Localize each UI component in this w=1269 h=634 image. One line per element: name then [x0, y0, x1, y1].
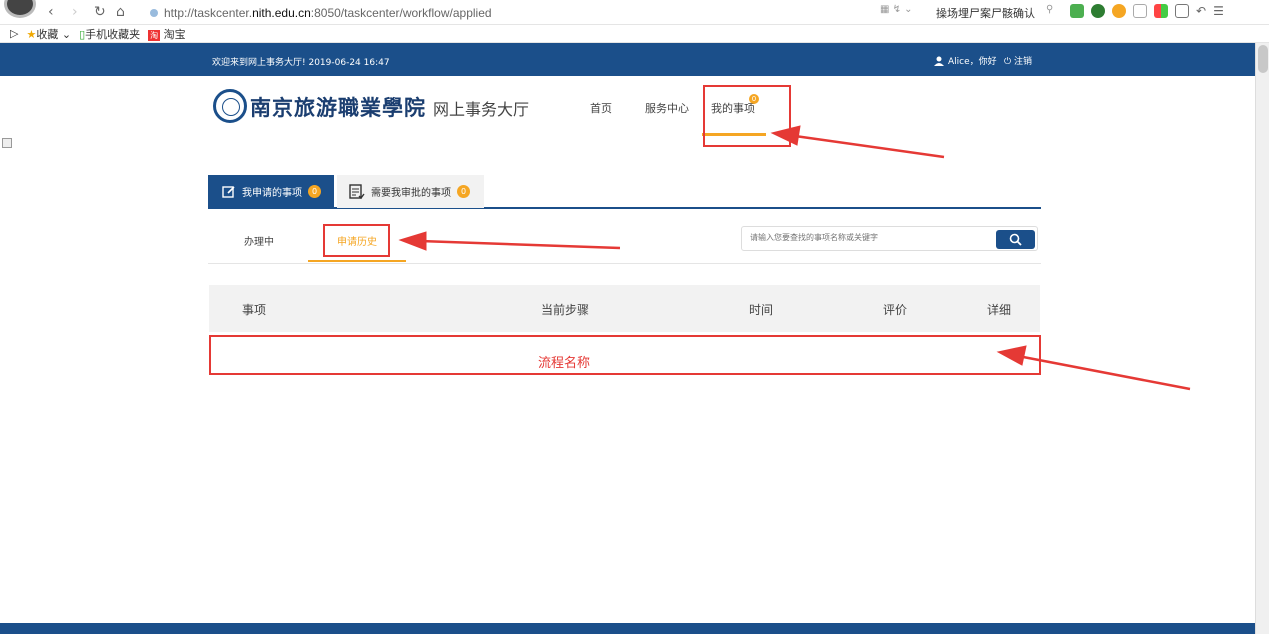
qr-lightning-icons[interactable]: ▦ ↯ ⌄ — [880, 4, 913, 15]
nav-service-center[interactable]: 服务中心 — [645, 100, 689, 116]
table-header: 事项 当前步骤 时间 评价 详细 — [209, 285, 1040, 332]
url-host: nith.edu.cn — [252, 5, 311, 20]
address-bar[interactable]: http://taskcenter. nith.edu.cn:8050/taskc… — [150, 3, 870, 22]
tab-pending-approval-label: 需要我审批的事项 — [371, 188, 451, 199]
process-name: 流程名称 — [538, 356, 591, 371]
user-icon — [934, 56, 944, 66]
taobao-icon: 淘 — [148, 29, 161, 41]
annotation-arrow-line-3 — [1017, 354, 1191, 391]
star-icon: ★ — [26, 27, 37, 41]
bookmark-favorites-label: 收藏 — [36, 27, 59, 41]
browser-search-text[interactable]: 操场埋尸案尸骸确认 — [936, 5, 1035, 21]
nav-home[interactable]: 首页 — [590, 100, 612, 116]
school-name: 南京旅游職業學院 — [250, 95, 426, 120]
window-icon[interactable] — [1133, 4, 1147, 18]
browser-search-icon[interactable]: ⚲ — [1046, 4, 1053, 15]
bookmark-mobile-label: 手机收藏夹 — [85, 27, 141, 41]
column-time: 时间 — [749, 303, 774, 317]
tab-my-applications-badge: 0 — [308, 185, 321, 198]
browser-toolbar: ‹ › ↻ ⌂ http://taskcenter. nith.edu.cn:80… — [0, 0, 1269, 25]
column-detail: 详细 — [987, 303, 1012, 317]
tablet-icon[interactable] — [1175, 4, 1189, 18]
user-greeting: Alice，你好 — [948, 57, 997, 67]
url-rest: :8050/taskcenter/workflow/applied — [310, 5, 492, 20]
school-emblem-icon — [213, 89, 247, 123]
search-icon — [1009, 233, 1022, 246]
column-rating: 评价 — [883, 303, 908, 317]
scissors-icon[interactable] — [1070, 4, 1084, 18]
tab-my-applications[interactable]: 我申请的事项 0 — [208, 175, 334, 208]
column-item: 事项 — [242, 303, 267, 317]
broken-image-icon — [2, 138, 12, 148]
sidebar-toggle-icon[interactable]: ▷ — [10, 27, 18, 40]
annotation-box-history — [323, 224, 390, 257]
edit-icon — [222, 185, 235, 198]
tab-pending-approval-badge: 0 — [457, 185, 470, 198]
bookmark-favorites[interactable]: ★收藏 ⌄ — [26, 26, 71, 42]
home-icon[interactable]: ⌂ — [116, 4, 125, 20]
bookmark-taobao-label: 淘宝 — [163, 27, 186, 41]
security-icon — [150, 8, 158, 17]
annotation-arrow-line-1 — [794, 134, 945, 159]
main-tabs: 我申请的事项 0 需要我审批的事项 0 — [208, 175, 1041, 209]
back-icon[interactable]: ‹ — [48, 4, 54, 20]
tab-my-applications-label: 我申请的事项 — [242, 188, 302, 199]
site-subtitle: 网上事务大厅 — [433, 100, 530, 119]
bookmark-mobile[interactable]: ▯手机收藏夹 — [79, 26, 140, 42]
undo-icon[interactable]: ↶ — [1196, 4, 1206, 18]
apps-icon[interactable] — [1154, 4, 1168, 18]
site-top-bar: 欢迎来到网上事务大厅! 2019-06-24 16:47 Alice，你好 ⏻ … — [0, 43, 1255, 76]
subtab-active-underline — [308, 260, 406, 262]
search-box — [741, 226, 1038, 251]
annotation-box-my-items — [703, 85, 791, 147]
page-scrollbar[interactable] — [1255, 43, 1269, 634]
welcome-text: 欢迎来到网上事务大厅! 2019-06-24 16:47 — [212, 58, 390, 68]
logout-button[interactable]: ⏻ 注销 — [1004, 54, 1032, 67]
logout-label: 注销 — [1013, 57, 1032, 67]
forward-icon[interactable]: › — [72, 4, 78, 20]
menu-icon[interactable]: ☰ — [1213, 4, 1224, 18]
extension-icons[interactable]: ↶ ☰ — [1070, 4, 1224, 18]
bookmark-taobao[interactable]: 淘 淘宝 — [148, 26, 186, 42]
user-menu[interactable]: Alice，你好 — [934, 54, 997, 67]
extension-green-icon[interactable] — [1091, 4, 1105, 18]
extension-yellow-icon[interactable] — [1112, 4, 1126, 18]
scroll-thumb[interactable] — [1258, 45, 1268, 73]
subtab-in-progress[interactable]: 办理中 — [244, 233, 274, 248]
browser-logo-icon — [4, 0, 36, 18]
url-prefix: http://taskcenter. — [164, 5, 253, 20]
bookmarks-bar: ▷ ★收藏 ⌄ ▯手机收藏夹 淘 淘宝 — [0, 25, 1269, 43]
column-current-step: 当前步骤 — [541, 303, 590, 317]
document-approve-icon — [349, 183, 365, 199]
table-row[interactable]: 流程名称 — [209, 335, 1041, 375]
search-input[interactable] — [750, 233, 990, 242]
reload-icon[interactable]: ↻ — [94, 4, 106, 20]
search-button[interactable] — [996, 230, 1035, 249]
site-footer — [0, 623, 1255, 634]
tab-pending-approval[interactable]: 需要我审批的事项 0 — [337, 175, 484, 208]
